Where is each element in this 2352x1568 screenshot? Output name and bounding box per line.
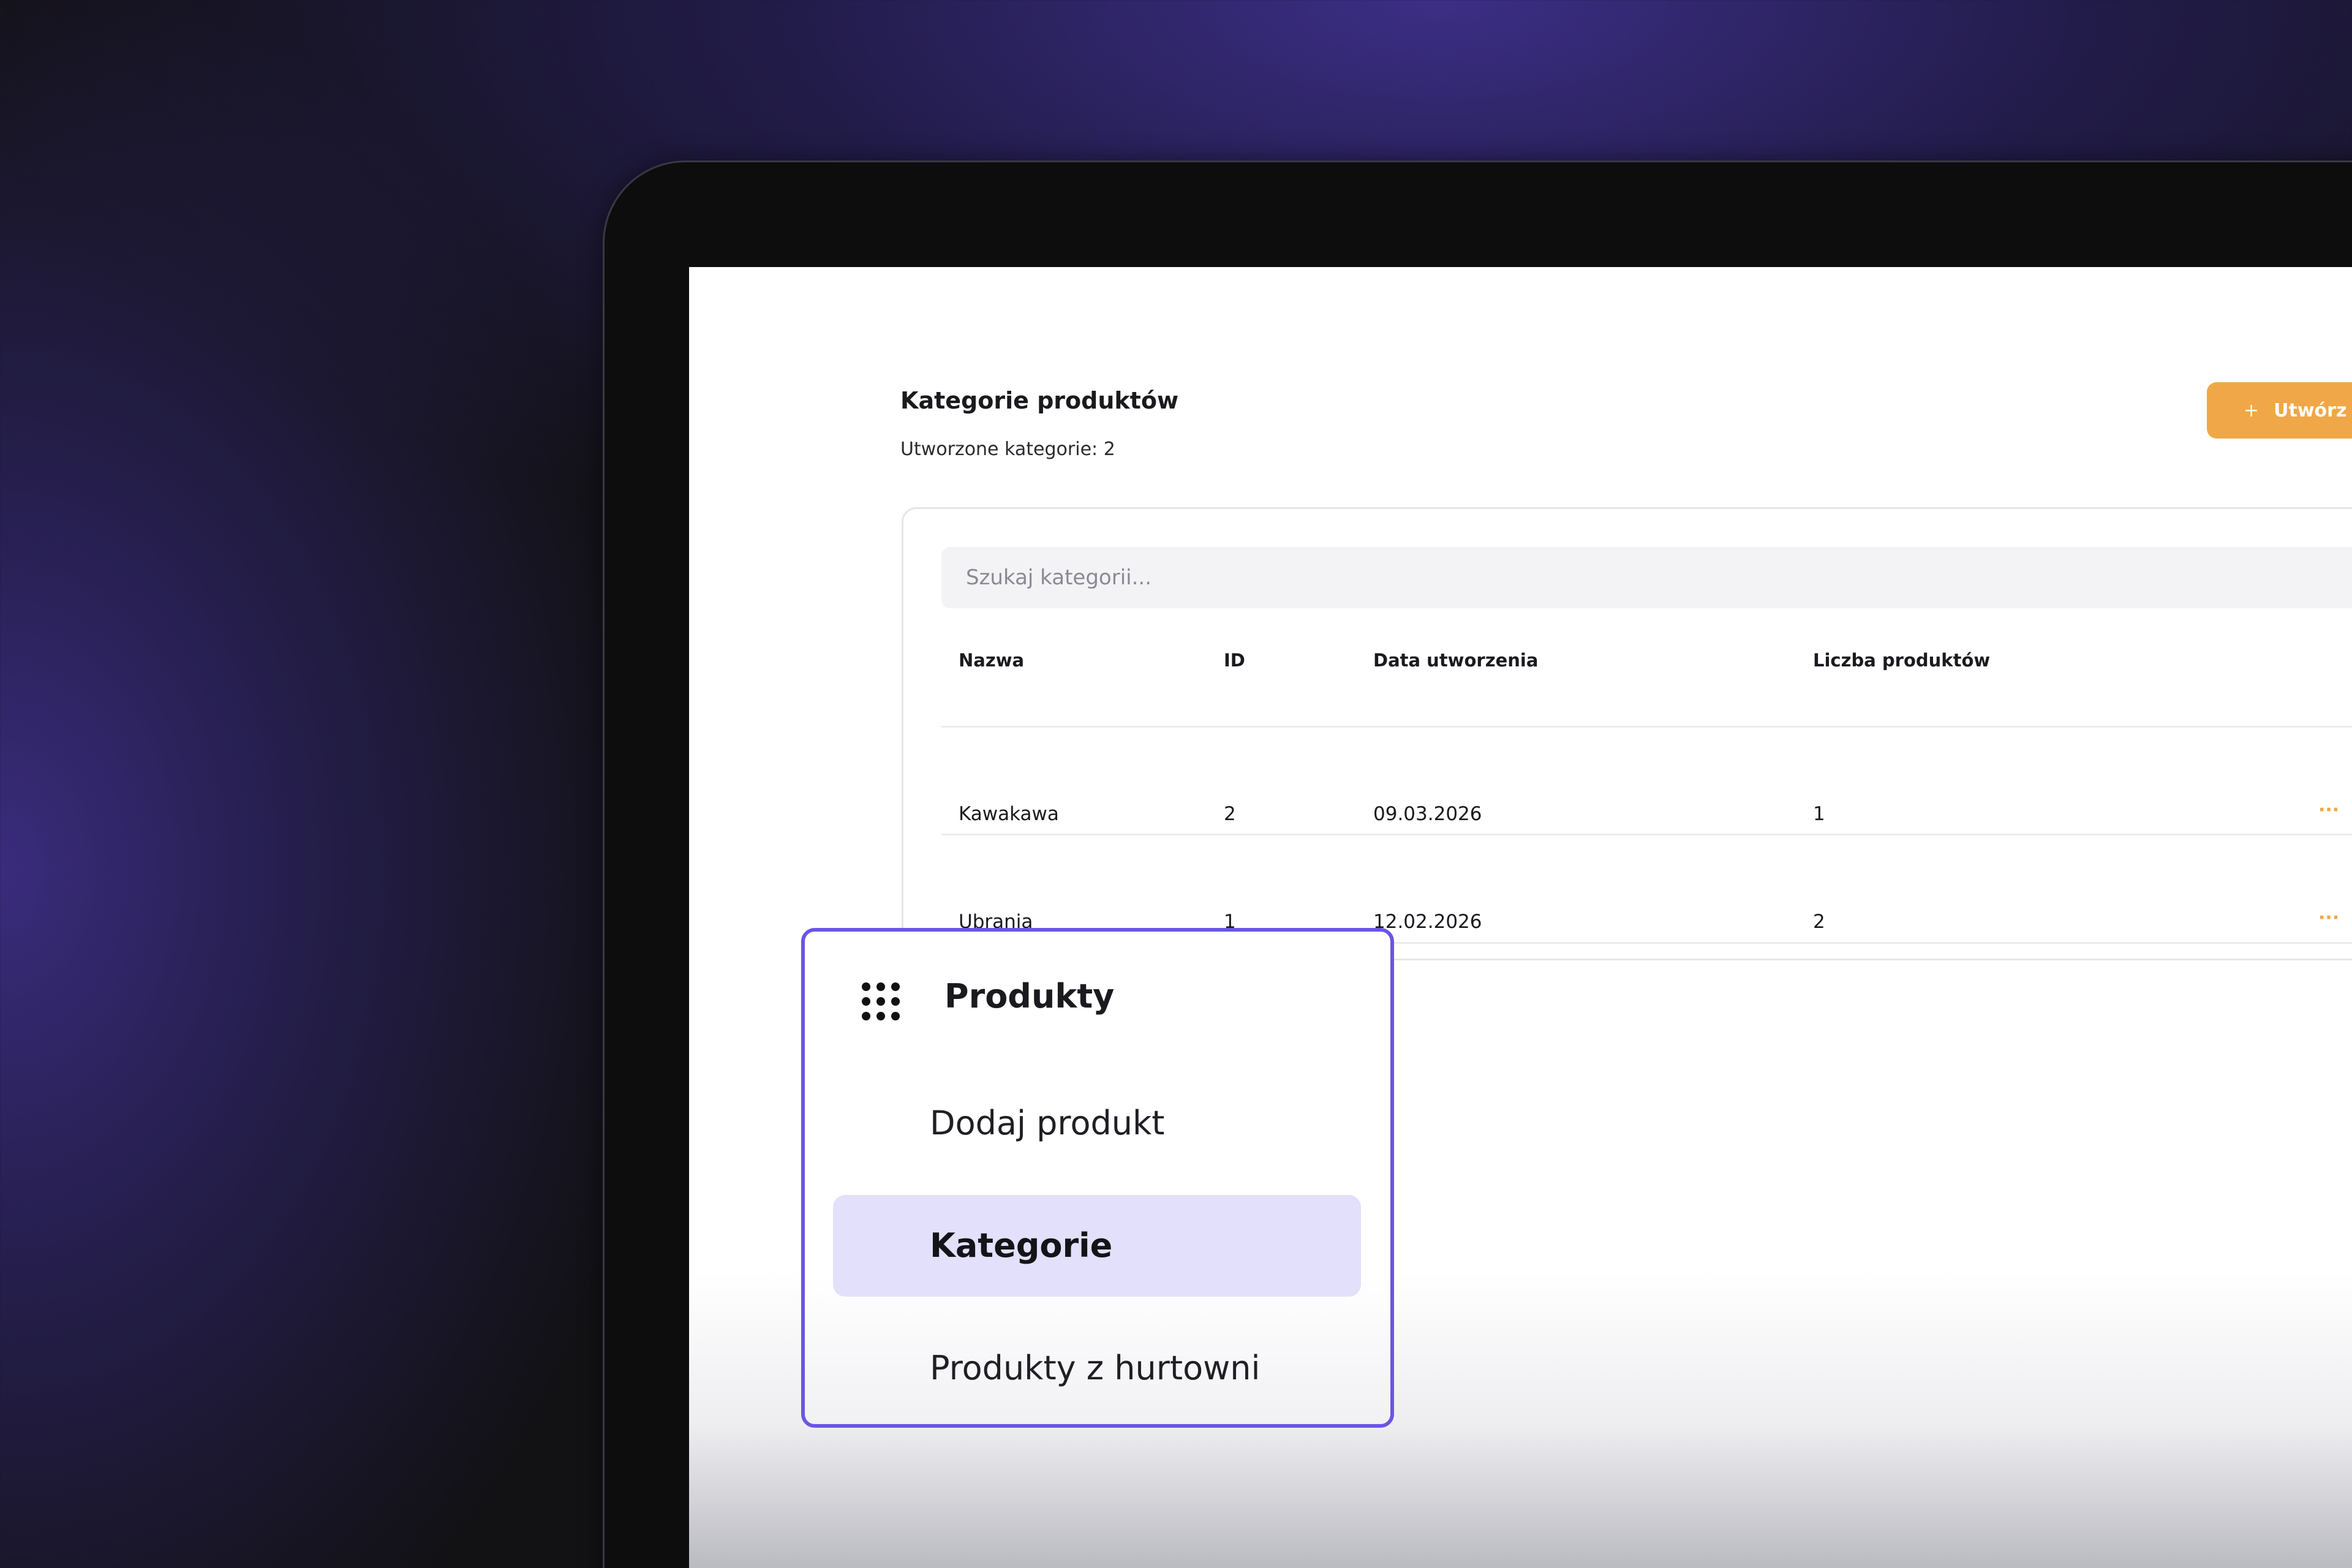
cell-name: Kawakawa <box>959 803 1059 825</box>
backdrop: Kategorie produktów Utworzone kategorie:… <box>0 0 2352 1568</box>
category-count-text: Utworzone kategorie: 2 <box>900 439 1115 460</box>
column-header-date[interactable]: Data utworzenia <box>1373 650 1538 671</box>
cell-date: 12.02.2026 <box>1373 911 1482 933</box>
menu-item-categories[interactable]: Kategorie <box>833 1195 1361 1297</box>
more-actions-icon[interactable]: ··· <box>2318 907 2339 929</box>
header-divider <box>941 726 2352 728</box>
grid-dots-icon <box>862 982 900 1020</box>
cell-products: 1 <box>1813 803 1825 825</box>
page-title: Kategorie produktów <box>900 387 1179 414</box>
column-header-id[interactable]: ID <box>1224 650 1245 671</box>
menu-title: Produkty <box>944 977 1115 1016</box>
categories-card: Nazwa ID Data utworzenia Liczba produktó… <box>902 507 2352 960</box>
row-divider <box>941 834 2352 835</box>
column-header-name[interactable]: Nazwa <box>959 650 1024 671</box>
search-input[interactable] <box>941 547 2352 608</box>
category-count-value: 2 <box>1103 439 1115 460</box>
column-header-products[interactable]: Liczba produktów <box>1813 650 1990 671</box>
cell-date: 09.03.2026 <box>1373 803 1482 825</box>
products-menu: Produkty Dodaj produkt Kategorie Produkt… <box>801 928 1394 1428</box>
create-category-label: Utwórz <box>2274 399 2347 421</box>
plus-icon: + <box>2244 399 2260 421</box>
menu-item-add-product[interactable]: Dodaj produkt <box>833 1072 1361 1174</box>
more-actions-icon[interactable]: ··· <box>2318 799 2339 821</box>
menu-item-wholesale-products[interactable]: Produkty z hurtowni <box>833 1317 1361 1419</box>
create-category-button[interactable]: + Utwórz <box>2207 382 2352 439</box>
cell-products: 2 <box>1813 911 1825 933</box>
cell-id: 2 <box>1224 803 1236 825</box>
category-count-label: Utworzone kategorie: <box>900 439 1098 460</box>
